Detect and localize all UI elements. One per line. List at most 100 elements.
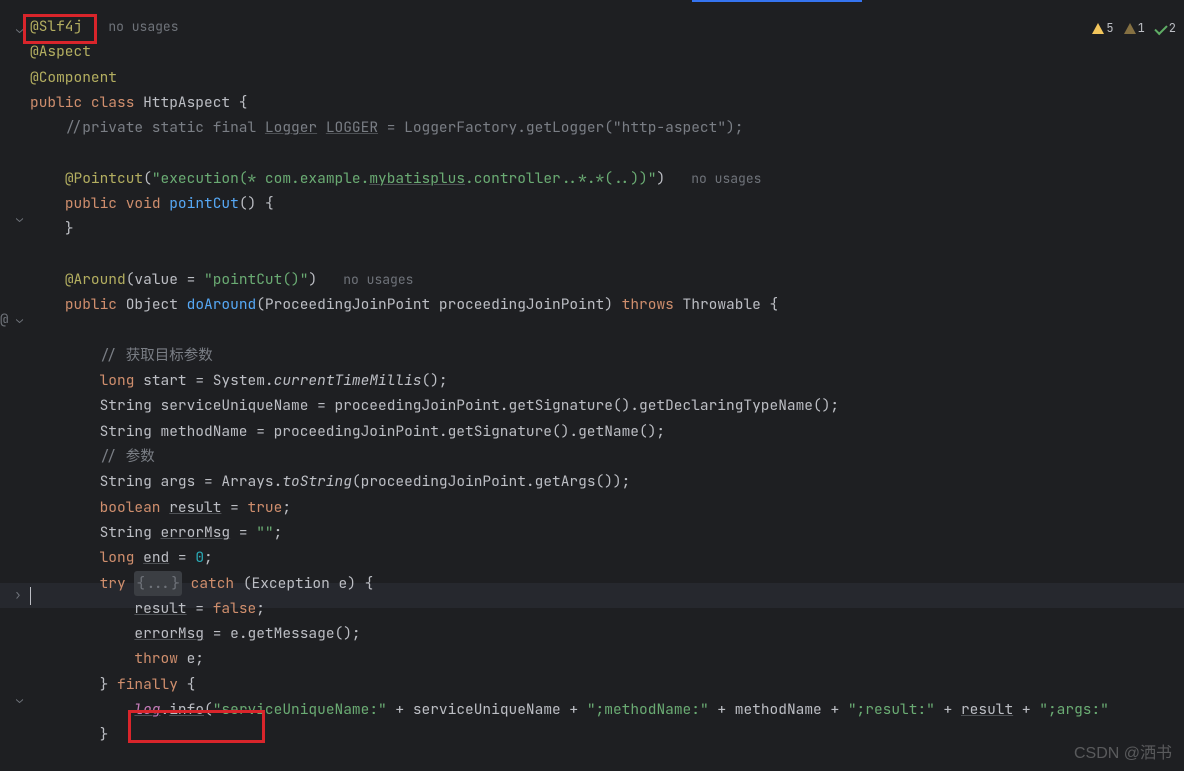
static-method: currentTimeMillis (274, 371, 422, 390)
string: mybatisplus (369, 169, 465, 188)
brace: } (100, 675, 117, 694)
params: (ProceedingJoinPoint proceedingJoinPoint… (256, 295, 621, 314)
warning-weak-count: 1 (1138, 20, 1145, 36)
code: (proceedingJoinPoint.getArgs()); (352, 472, 630, 491)
string: ";methodName:" (587, 700, 709, 719)
static-method: toString (282, 472, 352, 491)
code: ; (204, 548, 213, 567)
brace: { (230, 93, 247, 112)
keyword: public (65, 194, 117, 213)
string: "pointCut()" (204, 270, 308, 289)
code: + methodName + (709, 700, 848, 719)
watermark: CSDN @洒书 (1074, 739, 1172, 763)
keyword: try (100, 574, 126, 593)
keyword: throw (134, 649, 178, 668)
fold-chevron-icon[interactable]: ⌄ (16, 311, 23, 327)
code: ; (256, 599, 265, 618)
check-icon (1154, 21, 1167, 34)
sp (134, 548, 143, 567)
usage-hint[interactable]: no usages (108, 18, 178, 35)
paren: ( (143, 169, 152, 188)
fold-chevron-icon[interactable]: ⌄ (16, 210, 23, 226)
code: (Exception e) { (243, 574, 374, 593)
var: end (143, 548, 169, 567)
code: = (230, 523, 256, 542)
annotation-around: @Around (65, 270, 126, 289)
string: ";result:" (848, 700, 935, 719)
var: result (134, 599, 186, 618)
keyword: public (30, 93, 82, 112)
keyword: void (126, 194, 161, 213)
string: "serviceUniqueName:" (213, 700, 387, 719)
var: errorMsg (161, 523, 231, 542)
fold-placeholder[interactable]: {...} (134, 571, 182, 596)
comment: // 参数 (100, 447, 155, 466)
keyword: long (100, 371, 135, 390)
gutter[interactable]: ⌄ ⌄ @ ⌄ › ⌄ (0, 14, 30, 771)
code: String (100, 523, 161, 542)
code: = (221, 498, 247, 517)
code: String args = Arrays. (100, 472, 283, 491)
var: result (961, 700, 1013, 719)
string: ";args:" (1039, 700, 1109, 719)
code-area[interactable]: @Slf4j no usages @Aspect @Component publ… (30, 14, 1109, 748)
paren: ) (308, 270, 317, 289)
var: result (169, 498, 221, 517)
method-call: info (169, 700, 204, 719)
ok-badge[interactable]: 2 (1155, 20, 1176, 36)
warning-weak-badge[interactable]: 1 (1124, 20, 1145, 36)
comment: // 获取目标参数 (100, 346, 213, 365)
weak-warning-icon (1124, 23, 1136, 34)
number: 0 (195, 548, 204, 567)
type: Object (126, 295, 178, 314)
throws: Throwable { (674, 295, 778, 314)
warning-strong-badge[interactable]: 5 (1092, 20, 1113, 36)
attr: value = (134, 270, 204, 289)
inspection-status-bar[interactable]: 5 1 2 (1092, 20, 1176, 36)
usage-hint[interactable]: no usages (343, 271, 413, 288)
keyword: public (65, 295, 117, 314)
sp (161, 498, 170, 517)
code: = e.getMessage(); (204, 624, 361, 643)
code: = (187, 599, 213, 618)
string: "execution(* com.example. (152, 169, 370, 188)
keyword: long (100, 548, 135, 567)
comment: //private static final Logger LOGGER = L… (65, 118, 744, 137)
field-ref: log (134, 700, 160, 719)
annotate-at-icon[interactable]: @ (0, 311, 8, 329)
topbar (0, 0, 1184, 4)
fold-chevron-icon[interactable]: ⌄ (16, 21, 23, 37)
paren: ) (656, 169, 665, 188)
class-name: HttpAspect (143, 93, 230, 112)
code: ; (282, 498, 291, 517)
code: (); (422, 371, 448, 390)
fold-chevron-icon[interactable]: ⌄ (16, 691, 23, 707)
code: e; (178, 649, 204, 668)
code: + (1013, 700, 1039, 719)
top-indicator (692, 0, 862, 2)
keyword: boolean (100, 498, 161, 517)
brace: } (100, 725, 109, 744)
code-line: String methodName = proceedingJoinPoint.… (100, 422, 666, 441)
dot: . (161, 700, 170, 719)
code-line: String serviceUniqueName = proceedingJoi… (100, 396, 840, 415)
expand-chevron-icon[interactable]: › (14, 586, 22, 603)
keyword: catch (182, 574, 243, 593)
usage-hint[interactable]: no usages (691, 170, 761, 187)
code: = (169, 548, 195, 567)
ok-count: 2 (1169, 20, 1176, 36)
code-editor[interactable]: ⌄ ⌄ @ ⌄ › ⌄ @Slf4j no usages @Aspect @Co… (0, 14, 1184, 771)
annotation-pointcut: @Pointcut (65, 169, 143, 188)
method-name: doAround (187, 295, 257, 314)
code: + serviceUniqueName + (387, 700, 587, 719)
brace: { (178, 675, 195, 694)
keyword: finally (117, 675, 178, 694)
code: start = System. (134, 371, 273, 390)
annotation-slf4j: @Slf4j (30, 17, 82, 36)
var: errorMsg (134, 624, 204, 643)
keyword: throws (622, 295, 674, 314)
warning-icon (1092, 23, 1104, 34)
string: "" (256, 523, 273, 542)
paren: ( (204, 700, 213, 719)
method-name: pointCut (169, 194, 239, 213)
